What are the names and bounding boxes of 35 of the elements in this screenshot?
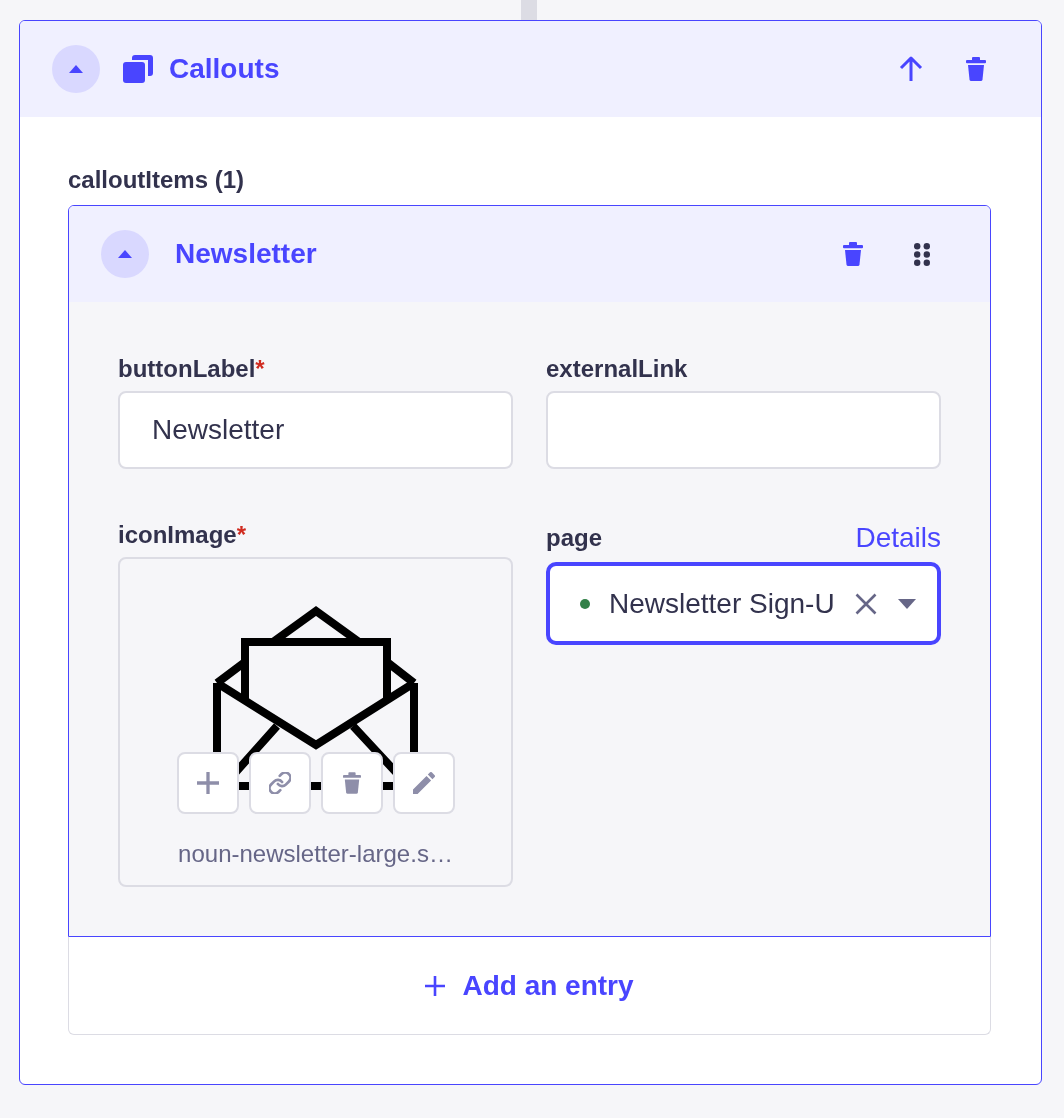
component-title: Callouts (169, 52, 280, 86)
squares-icon (123, 55, 153, 83)
collapse-button[interactable] (101, 230, 149, 278)
input-field[interactable]: Newsletter (118, 391, 513, 469)
input-field[interactable] (546, 391, 941, 469)
add-button[interactable] (176, 752, 239, 814)
field-label: buttonLabel* (118, 355, 265, 383)
plus-icon (425, 975, 446, 996)
caret-icon (69, 65, 83, 73)
details-link[interactable]: Details (855, 521, 941, 554)
trash-icon (966, 57, 986, 81)
file-name: noun-newsletter-large.s… (178, 840, 453, 868)
pencil-icon (412, 772, 435, 794)
link-icon (268, 772, 291, 794)
link-button[interactable] (248, 752, 311, 814)
caret-icon (118, 250, 132, 258)
add-entry-button[interactable]: Add an entry (68, 937, 991, 1035)
field-label: iconImage* (118, 521, 247, 549)
clear-button[interactable] (855, 592, 877, 615)
arrow-up-icon (899, 56, 923, 82)
close-icon (855, 592, 877, 615)
image-field[interactable]: noun-newsletter-large.s… (118, 557, 513, 887)
delete-button[interactable] (320, 752, 383, 814)
page-select[interactable]: Newsletter Sign-U (546, 562, 941, 645)
trash-icon (342, 772, 361, 794)
edit-button[interactable] (392, 752, 455, 814)
field-label: page (546, 523, 602, 552)
dots-icon (914, 242, 930, 266)
plus-icon (196, 772, 219, 794)
caret-down-icon (898, 598, 916, 609)
field-label: externalLink (546, 355, 688, 383)
trash-icon (843, 242, 863, 266)
list-label: calloutItems (1) (68, 166, 245, 194)
collapse-button[interactable] (52, 45, 100, 93)
entry-title: Newsletter (175, 237, 317, 271)
